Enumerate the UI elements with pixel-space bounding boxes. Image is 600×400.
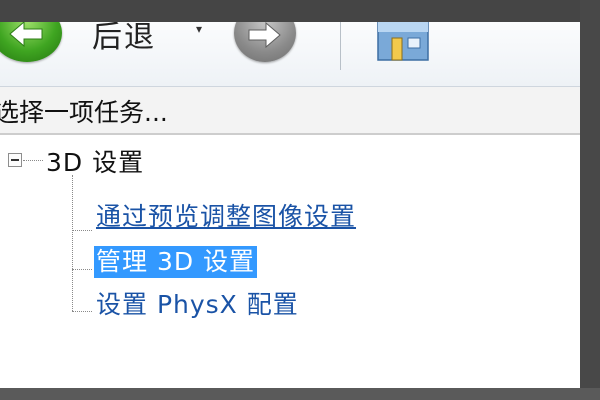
tree-root-3d-settings[interactable]: 3D 设置 [46, 143, 144, 179]
back-button[interactable] [0, 22, 62, 62]
home-button[interactable] [372, 22, 434, 64]
task-tree: 3D 设置 通过预览调整图像设置 管理 3D 设置 设置 PhysX 配置 [0, 135, 580, 388]
back-history-dropdown-icon[interactable]: ▾ [196, 22, 202, 36]
tree-connector [72, 230, 92, 231]
tree-connector [23, 160, 43, 161]
control-panel-window: 后退 ▾ 选择一项任务... 3D 设置 通过预览调整图像设置 管理 3D 设置… [0, 22, 580, 388]
back-button-label[interactable]: 后退 [92, 22, 156, 56]
arrow-left-icon [9, 22, 43, 48]
minus-box-icon[interactable] [8, 153, 22, 167]
tree-connector [72, 269, 92, 270]
tree-connector-vertical [72, 175, 73, 311]
home-icon [377, 22, 429, 61]
tree-item-manage-3d-settings[interactable]: 管理 3D 设置 [94, 246, 258, 278]
screen-frame-bottom [0, 388, 600, 400]
tree-item-configure-physx[interactable]: 设置 PhysX 配置 [94, 289, 301, 321]
tree-item-adjust-image-settings[interactable]: 通过预览调整图像设置 [94, 201, 358, 233]
arrow-right-icon [248, 22, 281, 49]
tree-connector [72, 311, 92, 312]
toolbar-separator [340, 22, 341, 70]
forward-button[interactable] [234, 22, 296, 62]
task-panel-header: 选择一项任务... [0, 87, 580, 135]
navigation-toolbar: 后退 ▾ [0, 22, 580, 87]
screen-frame-right [580, 0, 600, 400]
task-header-text: 选择一项任务... [0, 98, 168, 127]
screen-frame-top [0, 0, 600, 22]
